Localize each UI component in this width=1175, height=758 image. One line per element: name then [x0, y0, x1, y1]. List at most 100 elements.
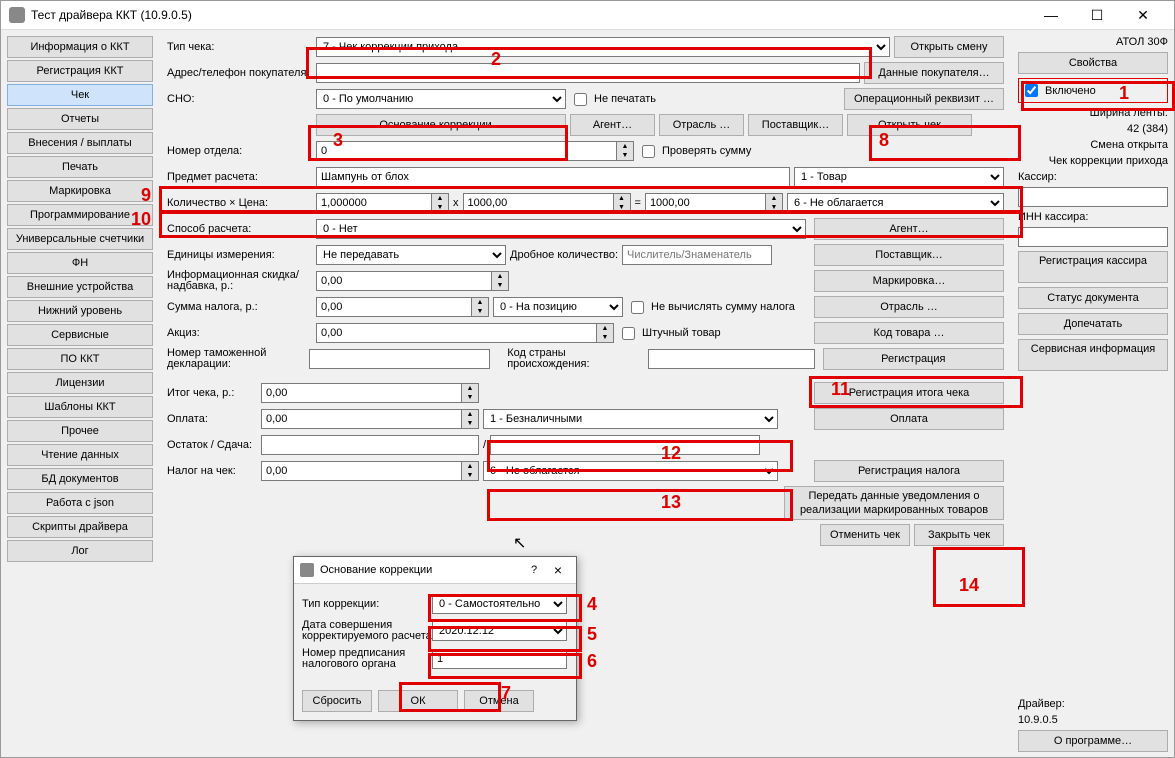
units-select[interactable]: Не передавать — [316, 245, 506, 265]
dialog-ok-button[interactable]: ОК — [378, 690, 458, 712]
spinner[interactable]: ▲▼ — [461, 409, 479, 429]
send-marking-button[interactable]: Передать данные уведомления о реализации… — [784, 486, 1004, 520]
registration-button[interactable]: Регистрация — [823, 348, 1004, 370]
pay-method-select[interactable]: 0 - Нет — [316, 219, 806, 239]
marking-button[interactable]: Маркировка… — [814, 270, 1004, 292]
sidebar-item[interactable]: Чтение данных — [7, 444, 153, 466]
spinner[interactable]: ▲▼ — [461, 461, 479, 481]
open-shift-button[interactable]: Открыть смену — [894, 36, 1004, 58]
dept-no-input[interactable] — [316, 141, 616, 161]
sidebar-item[interactable]: Лог — [7, 540, 153, 562]
spinner[interactable]: ▲▼ — [596, 323, 614, 343]
sno-select[interactable]: 0 - По умолчанию — [316, 89, 566, 109]
spinner[interactable]: ▲▼ — [431, 193, 449, 213]
origin-country-input[interactable] — [648, 349, 815, 369]
subject-input[interactable] — [316, 167, 790, 187]
buyer-address-input[interactable] — [316, 63, 860, 83]
spinner[interactable]: ▲▼ — [471, 297, 489, 317]
balance-right-input[interactable] — [490, 435, 760, 455]
sidebar-item[interactable]: Внесения / выплаты — [7, 132, 153, 154]
industry2-button[interactable]: Отрасль … — [814, 296, 1004, 318]
cancel-check-button[interactable]: Отменить чек — [820, 524, 910, 546]
supplier2-button[interactable]: Поставщик… — [814, 244, 1004, 266]
spinner[interactable]: ▲▼ — [765, 193, 783, 213]
cashier-input[interactable] — [1018, 187, 1168, 207]
customs-decl-input[interactable] — [309, 349, 490, 369]
vat-select[interactable]: 6 - Не облагается — [787, 193, 1004, 213]
excise-input[interactable] — [316, 323, 596, 343]
order-number-input[interactable] — [432, 649, 567, 669]
buyer-data-button[interactable]: Данные покупателя… — [864, 62, 1004, 84]
tax-on-check-select[interactable]: 6 - Не облагается — [483, 461, 778, 481]
tax-on-check-input[interactable] — [261, 461, 461, 481]
sidebar-item[interactable]: Программирование — [7, 204, 153, 226]
reg-cashier-button[interactable]: Регистрация кассира — [1018, 251, 1168, 283]
spinner[interactable]: ▲▼ — [616, 141, 634, 161]
payment-input[interactable] — [261, 409, 461, 429]
price-input[interactable] — [463, 193, 613, 213]
reg-total-button[interactable]: Регистрация итога чека — [814, 382, 1004, 404]
sidebar-item[interactable]: Универсальные счетчики — [7, 228, 153, 250]
dialog-help-button[interactable]: ? — [522, 564, 546, 576]
agent-button[interactable]: Агент… — [570, 114, 655, 136]
sidebar-item[interactable]: Чек — [7, 84, 153, 106]
maximize-button[interactable]: ☐ — [1074, 1, 1120, 29]
doc-status-button[interactable]: Статус документа — [1018, 287, 1168, 309]
no-calc-tax-checkbox[interactable]: Не вычислять сумму налога — [627, 298, 795, 317]
open-check-button[interactable]: Открыть чек — [847, 114, 972, 136]
spinner[interactable]: ▲▼ — [461, 383, 479, 403]
balance-left-input[interactable] — [261, 435, 479, 455]
payment-type-select[interactable]: 1 - Безналичными — [483, 409, 778, 429]
tax-pos-select[interactable]: 0 - На позицию — [493, 297, 623, 317]
sum-input[interactable] — [645, 193, 765, 213]
sidebar-item[interactable]: ПО ККТ — [7, 348, 153, 370]
piece-goods-checkbox[interactable]: Штучный товар — [618, 324, 721, 343]
sidebar-item[interactable]: Лицензии — [7, 372, 153, 394]
cashier-inn-input[interactable] — [1018, 227, 1168, 247]
sidebar-item[interactable]: Отчеты — [7, 108, 153, 130]
sidebar-item[interactable]: Информация о ККТ — [7, 36, 153, 58]
dialog-cancel-button[interactable]: Отмена — [464, 690, 534, 712]
sidebar-item[interactable]: Печать — [7, 156, 153, 178]
pay-button[interactable]: Оплата — [814, 408, 1004, 430]
agent2-button[interactable]: Агент… — [814, 218, 1004, 240]
product-code-button[interactable]: Код товара … — [814, 322, 1004, 344]
dialog-close-button[interactable]: × — [546, 562, 570, 578]
spinner[interactable]: ▲▼ — [613, 193, 631, 213]
qty-input[interactable] — [316, 193, 431, 213]
check-sum-checkbox[interactable]: Проверять сумму — [638, 142, 751, 161]
close-check-button[interactable]: Закрыть чек — [914, 524, 1004, 546]
total-input[interactable] — [261, 383, 461, 403]
sidebar-item[interactable]: ФН — [7, 252, 153, 274]
tax-sum-input[interactable] — [316, 297, 471, 317]
reg-tax-button[interactable]: Регистрация налога — [814, 460, 1004, 482]
about-button[interactable]: О программе… — [1018, 730, 1168, 752]
sidebar-item[interactable]: Работа с json — [7, 492, 153, 514]
sidebar-item[interactable]: Прочее — [7, 420, 153, 442]
basis-correction-button[interactable]: Основание коррекции… — [316, 114, 566, 136]
check-type-select[interactable]: 7 - Чек коррекции прихода — [316, 37, 890, 57]
reprint-button[interactable]: Допечатать — [1018, 313, 1168, 335]
sidebar-item[interactable]: Скрипты драйвера — [7, 516, 153, 538]
industry-button[interactable]: Отрасль … — [659, 114, 744, 136]
no-print-checkbox[interactable]: Не печатать — [570, 90, 656, 109]
sidebar-item[interactable]: Шаблоны ККТ — [7, 396, 153, 418]
sidebar-item[interactable]: Внешние устройства — [7, 276, 153, 298]
spinner[interactable]: ▲▼ — [491, 271, 509, 291]
enabled-checkbox[interactable]: Включено — [1018, 78, 1168, 103]
properties-button[interactable]: Свойства — [1018, 52, 1168, 74]
sidebar-item[interactable]: Нижний уровень — [7, 300, 153, 322]
close-button[interactable]: ✕ — [1120, 1, 1166, 29]
correction-date-input[interactable]: 2020.12.12 — [432, 621, 567, 641]
fractional-input[interactable] — [622, 245, 772, 265]
service-info-button[interactable]: Сервисная информация — [1018, 339, 1168, 371]
sidebar-item[interactable]: БД документов — [7, 468, 153, 490]
supplier-button[interactable]: Поставщик… — [748, 114, 843, 136]
sidebar-item[interactable]: Сервисные — [7, 324, 153, 346]
subject-type-select[interactable]: 1 - Товар — [794, 167, 1004, 187]
minimize-button[interactable]: ― — [1028, 1, 1074, 29]
discount-input[interactable] — [316, 271, 491, 291]
oper-requisite-button[interactable]: Операционный реквизит … — [844, 88, 1004, 110]
correction-type-select[interactable]: 0 - Самостоятельно — [432, 594, 567, 614]
dialog-reset-button[interactable]: Сбросить — [302, 690, 372, 712]
